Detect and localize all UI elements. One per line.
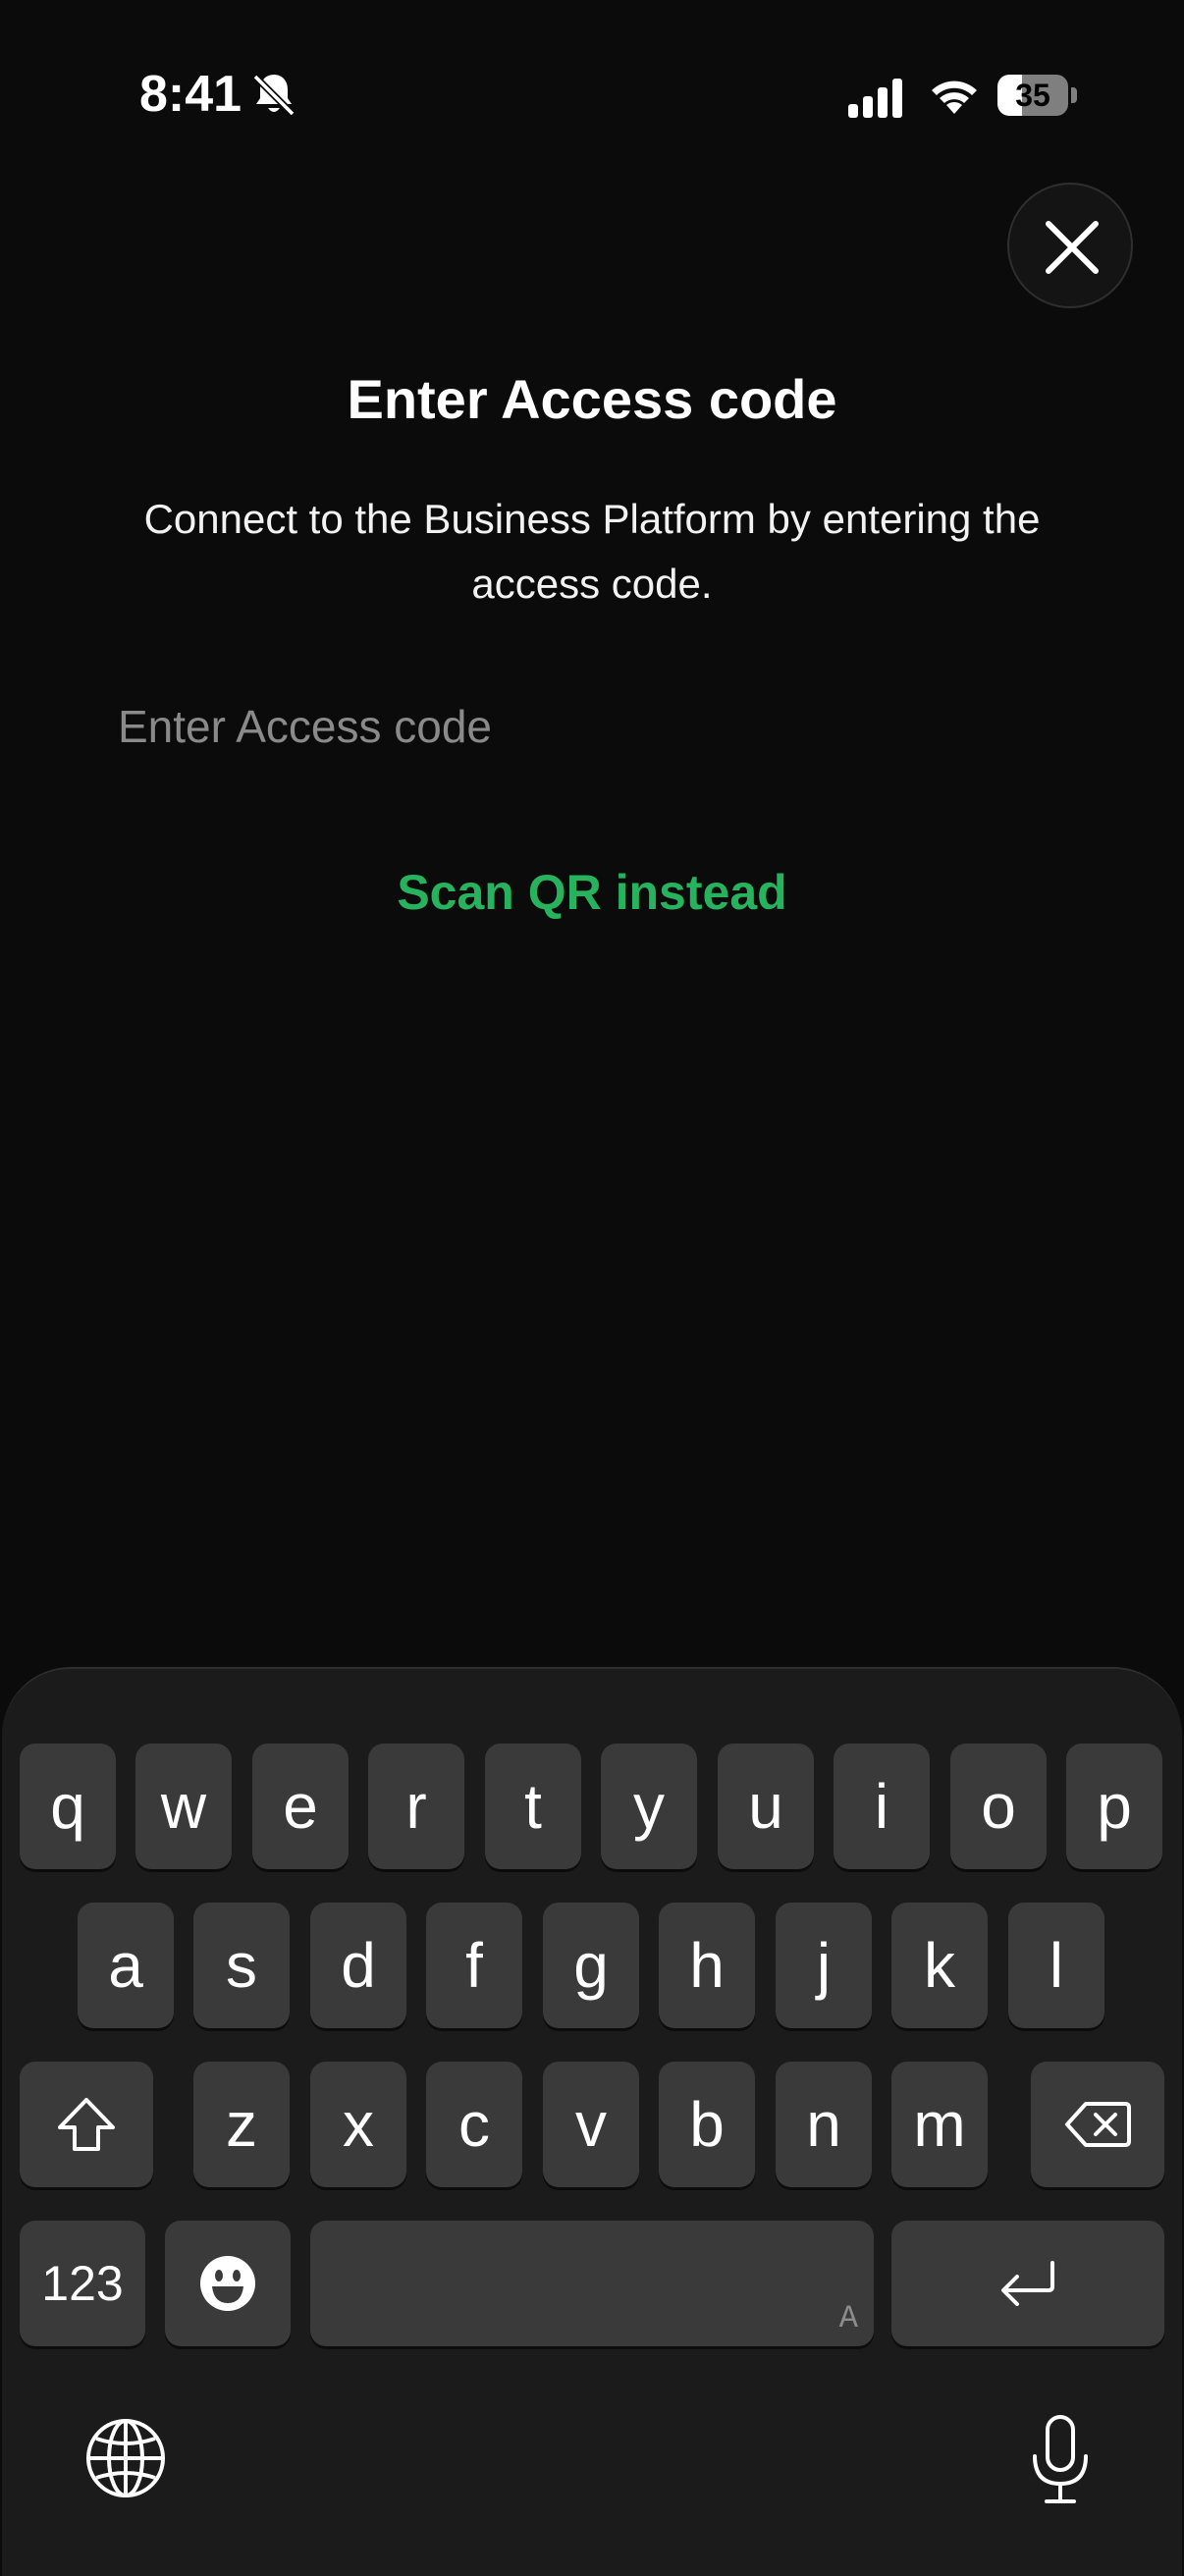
key-k[interactable]: k (891, 1903, 988, 2028)
key-v[interactable]: v (543, 2062, 639, 2187)
key-c[interactable]: c (426, 2062, 522, 2187)
scan-qr-link[interactable]: Scan QR instead (0, 864, 1184, 921)
close-icon (1046, 221, 1099, 274)
return-icon (1001, 2261, 1054, 2306)
keyboard: q w e r t y u i o p a s d f g h j k l z … (2, 1667, 1182, 2576)
key-z[interactable]: z (193, 2062, 290, 2187)
key-n[interactable]: n (776, 2062, 872, 2187)
key-o[interactable]: o (950, 1744, 1047, 1869)
space-indicator: A (838, 2300, 858, 2336)
key-g[interactable]: g (543, 1903, 639, 2028)
key-u[interactable]: u (718, 1744, 814, 1869)
key-a[interactable]: a (78, 1903, 174, 2028)
key-p[interactable]: p (1066, 1744, 1162, 1869)
space-key[interactable]: A (310, 2221, 874, 2346)
page-subtitle: Connect to the Business Platform by ente… (143, 496, 1041, 607)
key-b[interactable]: b (659, 2062, 755, 2187)
wifi-icon (932, 80, 977, 114)
close-button[interactable] (1007, 183, 1133, 308)
access-code-input[interactable] (118, 687, 1066, 766)
bell-slash-icon (252, 74, 296, 117)
key-l[interactable]: l (1008, 1903, 1104, 2028)
key-w[interactable]: w (135, 1744, 232, 1869)
return-key[interactable] (891, 2221, 1164, 2346)
key-i[interactable]: i (834, 1744, 930, 1869)
key-h[interactable]: h (659, 1903, 755, 2028)
microphone-icon[interactable] (1029, 2413, 1092, 2507)
key-y[interactable]: y (601, 1744, 697, 1869)
key-s[interactable]: s (193, 1903, 290, 2028)
shift-key[interactable] (20, 2062, 153, 2187)
shift-icon (58, 2098, 115, 2151)
key-f[interactable]: f (426, 1903, 522, 2028)
key-m[interactable]: m (891, 2062, 988, 2187)
battery-indicator: 35 (997, 75, 1077, 116)
numbers-key[interactable]: 123 (20, 2221, 145, 2346)
backspace-icon (1065, 2102, 1131, 2147)
key-j[interactable]: j (776, 1903, 872, 2028)
signal-icon (848, 79, 902, 118)
key-e[interactable]: e (252, 1744, 349, 1869)
key-d[interactable]: d (310, 1903, 406, 2028)
key-r[interactable]: r (368, 1744, 464, 1869)
delete-key[interactable] (1031, 2062, 1164, 2187)
globe-icon[interactable] (84, 2417, 167, 2499)
key-t[interactable]: t (485, 1744, 581, 1869)
key-x[interactable]: x (310, 2062, 406, 2187)
emoji-icon (200, 2256, 255, 2311)
emoji-key[interactable] (165, 2221, 291, 2346)
battery-level: 35 (1015, 78, 1050, 113)
status-time: 8:41 (139, 66, 242, 123)
page-title: Enter Access code (347, 368, 837, 430)
key-q[interactable]: q (20, 1744, 116, 1869)
